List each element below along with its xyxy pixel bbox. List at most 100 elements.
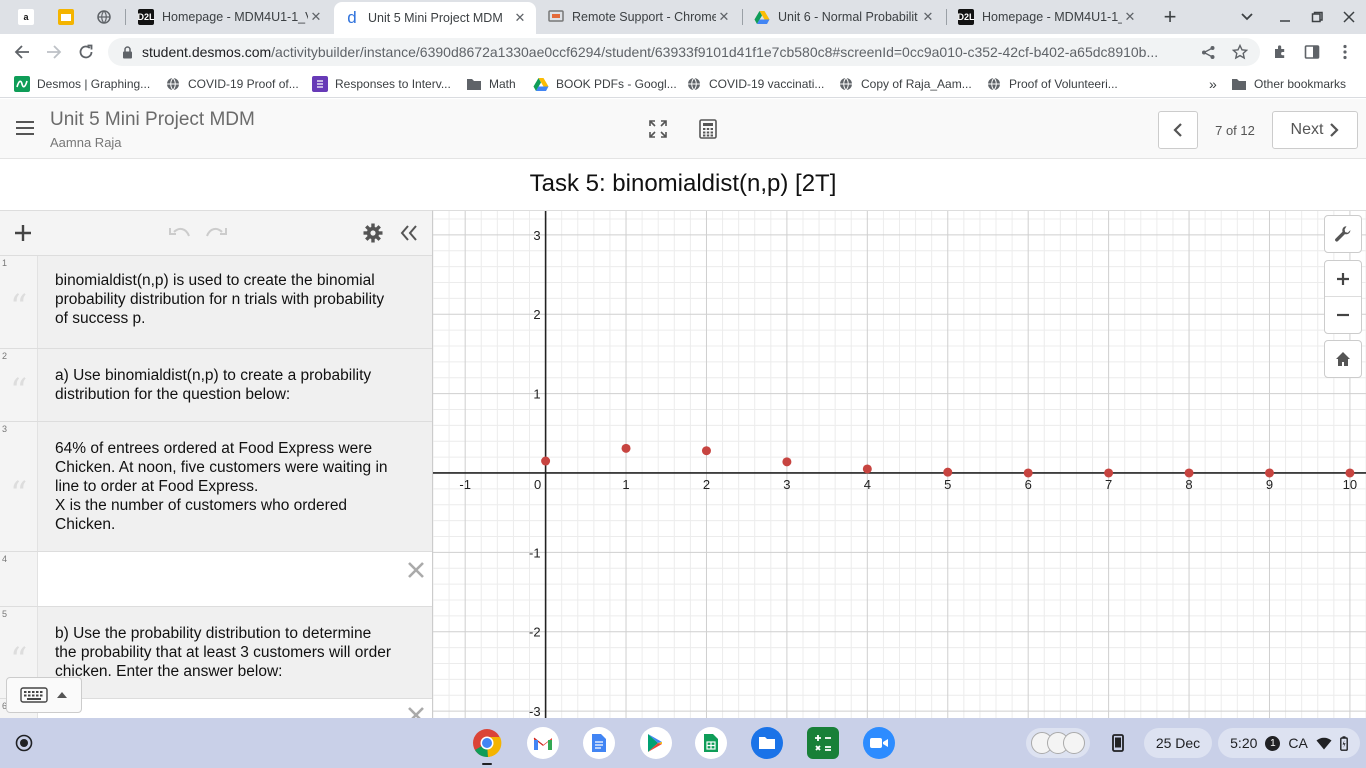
- bookmark-covid-vaccination[interactable]: COVID-19 vaccinati...: [686, 75, 824, 93]
- keyboard-locale: CA: [1288, 735, 1308, 751]
- bookmark-copy-of-raja[interactable]: Copy of Raja_Aam...: [838, 75, 972, 93]
- tab-slides[interactable]: [50, 4, 84, 30]
- collapse-list-icon[interactable]: [397, 221, 421, 245]
- side-panel-icon[interactable]: [1297, 37, 1327, 67]
- extensions-icon[interactable]: [1265, 37, 1295, 67]
- tab-d2l-homepage-2[interactable]: D2L Homepage - MDM4U1-1_V ✕: [948, 4, 1146, 30]
- tab-desmos-active[interactable]: d Unit 5 Mini Project MDM ✕: [334, 2, 536, 34]
- calendar-date-button[interactable]: 25 Dec: [1144, 728, 1212, 758]
- shelf-play-store[interactable]: [640, 727, 672, 759]
- bookmark-label: Desmos | Graphing...: [37, 77, 151, 91]
- close-tab-icon[interactable]: ✕: [308, 9, 324, 25]
- reload-button[interactable]: [71, 37, 101, 67]
- fullscreen-icon[interactable]: [648, 119, 668, 139]
- bookmark-proof-volunteering[interactable]: Proof of Volunteeri...: [986, 75, 1118, 93]
- lock-icon: [120, 45, 134, 59]
- bookmark-responses[interactable]: Responses to Interv...: [312, 75, 451, 93]
- drive-icon: [754, 9, 770, 25]
- new-tab-button[interactable]: +: [1153, 0, 1187, 34]
- holding-space-thumbnails[interactable]: [1026, 728, 1090, 758]
- x-tick-label: 9: [1266, 477, 1273, 492]
- expression-input-4[interactable]: 4: [0, 552, 432, 607]
- bookmark-label: BOOK PDFs - Googl...: [556, 77, 677, 91]
- close-tab-icon[interactable]: ✕: [1122, 9, 1138, 25]
- status-area[interactable]: 5:20 1 CA: [1218, 728, 1360, 758]
- graph-paper[interactable]: -1 0 1 2 3 4 5 6 7 8 9 10 3 2 1 -1 -2 -3: [433, 210, 1366, 718]
- menu-icon[interactable]: [16, 121, 34, 135]
- screen-counter: 7 of 12: [1215, 123, 1255, 138]
- expression-note-3[interactable]: 3 “ 64% of entrees ordered at Food Expres…: [0, 422, 432, 552]
- tab-amazon[interactable]: a: [12, 4, 42, 30]
- y-tick-label: -1: [529, 545, 541, 560]
- bookmark-star-icon[interactable]: [1232, 44, 1248, 60]
- previous-screen-button[interactable]: [1158, 111, 1198, 149]
- keypad-toggle-button[interactable]: [6, 677, 82, 713]
- default-viewport-button[interactable]: [1324, 340, 1362, 378]
- tab-search-chevron-icon[interactable]: [1230, 0, 1264, 34]
- next-screen-button[interactable]: Next: [1272, 111, 1358, 149]
- keyboard-icon: [20, 687, 48, 703]
- close-tab-icon[interactable]: ✕: [716, 9, 732, 25]
- expression-note-1[interactable]: 1 “ binomialdist(n,p) is used to create t…: [0, 256, 432, 349]
- shelf-calculator[interactable]: [807, 727, 839, 759]
- tab-remote-support[interactable]: Remote Support - Chrome ✕: [538, 4, 740, 30]
- expression-input-field[interactable]: [38, 699, 432, 718]
- shelf-zoom[interactable]: [863, 727, 895, 759]
- share-icon[interactable]: [1200, 44, 1216, 60]
- expression-number: 4: [2, 554, 8, 564]
- close-window-button[interactable]: [1332, 0, 1366, 34]
- bookmark-math-folder[interactable]: Math: [466, 75, 516, 93]
- settings-gear-icon[interactable]: [361, 221, 385, 245]
- data-point: [621, 443, 631, 453]
- bookmark-label: Proof of Volunteeri...: [1009, 77, 1118, 91]
- delete-expression-icon[interactable]: [406, 705, 426, 718]
- plus-icon: [1337, 272, 1349, 285]
- note-quote-icon: “: [10, 371, 28, 411]
- zoom-out-button[interactable]: [1325, 297, 1361, 333]
- forward-button[interactable]: [39, 37, 69, 67]
- tab-d2l-homepage-1[interactable]: D2L Homepage - MDM4U1-1_V ✕: [128, 4, 332, 30]
- expression-list: 1 “ binomialdist(n,p) is used to create t…: [0, 210, 433, 718]
- bookmark-desmos[interactable]: Desmos | Graphing...: [14, 75, 150, 93]
- chrome-menu-icon[interactable]: [1330, 37, 1360, 67]
- shelf-chrome[interactable]: [471, 727, 503, 759]
- phone-hub-button[interactable]: [1103, 728, 1133, 758]
- close-tab-icon[interactable]: ✕: [920, 9, 936, 25]
- shelf-sheets[interactable]: [695, 727, 727, 759]
- phone-icon: [1112, 734, 1124, 752]
- redo-icon[interactable]: [204, 221, 228, 245]
- close-tab-icon[interactable]: ✕: [512, 10, 528, 26]
- x-tick-label: -1: [459, 477, 471, 492]
- browser-toolbar: student.desmos.com/activitybuilder/insta…: [0, 34, 1366, 70]
- tab-google-drive[interactable]: Unit 6 - Normal Probabilit ✕: [744, 4, 944, 30]
- expression-note-2[interactable]: 2 “ a) Use binomialdist(n,p) to create a …: [0, 349, 432, 422]
- undo-icon[interactable]: [168, 221, 192, 245]
- shelf-files[interactable]: [751, 727, 783, 759]
- minimize-window-button[interactable]: [1268, 0, 1302, 34]
- shelf-docs[interactable]: [583, 727, 615, 759]
- add-item-icon[interactable]: [11, 221, 35, 245]
- date-text: 25 Dec: [1155, 735, 1201, 751]
- shelf-gmail[interactable]: [527, 727, 559, 759]
- address-bar[interactable]: student.desmos.com/activitybuilder/insta…: [108, 38, 1260, 66]
- expression-number: 2: [2, 351, 8, 361]
- bookmark-book-pdfs[interactable]: BOOK PDFs - Googl...: [533, 75, 677, 93]
- url-text: student.desmos.com/activitybuilder/insta…: [142, 44, 1192, 60]
- delete-expression-icon[interactable]: [406, 560, 426, 580]
- calculator-icon[interactable]: [698, 119, 718, 139]
- other-bookmarks-folder[interactable]: Other bookmarks: [1231, 75, 1346, 93]
- bookmark-covid-proof[interactable]: COVID-19 Proof of...: [165, 75, 299, 93]
- graph-settings-button[interactable]: [1324, 215, 1362, 253]
- clock-time: 5:20: [1230, 735, 1258, 751]
- activity-header: Unit 5 Mini Project MDM Aamna Raja 7 of …: [0, 99, 1366, 159]
- more-bookmarks-chevron[interactable]: »: [1209, 75, 1217, 93]
- zoom-in-button[interactable]: [1325, 261, 1361, 297]
- tab-globe[interactable]: [88, 4, 122, 30]
- chrome-icon: [473, 729, 502, 758]
- tab-title: Homepage - MDM4U1-1_V: [982, 10, 1122, 24]
- activity-title: Unit 5 Mini Project MDM: [50, 109, 255, 130]
- back-button[interactable]: [7, 37, 37, 67]
- launcher-button[interactable]: [8, 727, 40, 759]
- expression-input-field[interactable]: [38, 552, 432, 606]
- restore-window-button[interactable]: [1300, 0, 1334, 34]
